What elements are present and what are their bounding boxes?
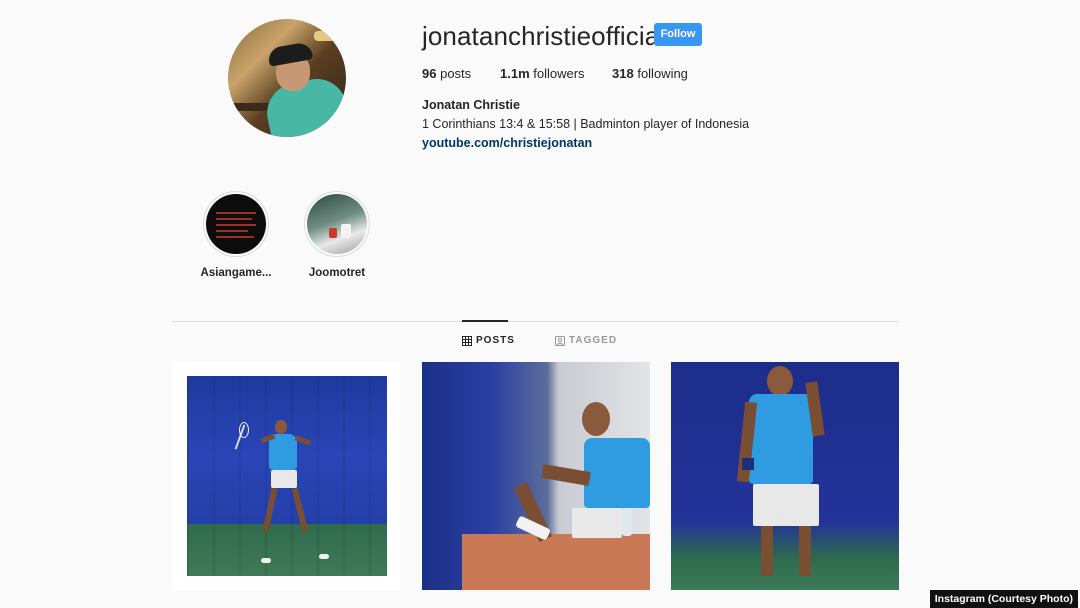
followers-count: 1.1m <box>500 66 530 81</box>
post-thumbnail[interactable] <box>172 362 400 590</box>
highlight-ring <box>203 191 269 257</box>
highlight-label: Asiangame... <box>200 267 272 279</box>
post-image <box>187 376 387 576</box>
posts-label: posts <box>440 66 472 81</box>
followers-stat[interactable]: 1.1m followers <box>500 66 585 82</box>
following-label: following <box>637 66 688 81</box>
avatar-background-light <box>314 31 336 41</box>
posts-count: 96 <box>422 66 437 81</box>
highlight-ring <box>304 191 370 257</box>
highlight-label: Joomotret <box>308 267 366 279</box>
tab-tagged-label: TAGGED <box>569 335 618 346</box>
tab-tagged[interactable]: TAGGED <box>555 335 617 346</box>
highlight-cover <box>206 194 266 254</box>
highlight-cover <box>307 194 367 254</box>
story-highlight-asiangames[interactable]: Asiangame... <box>201 191 271 279</box>
post-thumbnail[interactable] <box>422 362 650 590</box>
tab-posts-label: POSTS <box>476 335 515 346</box>
profile-username: jonatanchristieofficial <box>422 21 666 51</box>
story-highlight-joomotret[interactable]: Joomotret <box>304 191 370 279</box>
tag-person-icon <box>555 335 565 346</box>
profile-link[interactable]: youtube.com/christiejonatan <box>422 136 592 150</box>
profile-avatar[interactable] <box>228 19 346 137</box>
profile-bio: 1 Corinthians 13:4 & 15:58 | Badminton p… <box>422 117 750 131</box>
tabs-divider <box>172 321 899 322</box>
grid-icon <box>462 335 472 346</box>
profile-full-name: Jonatan Christie <box>422 98 520 112</box>
followers-label: followers <box>533 66 585 81</box>
tab-posts[interactable]: POSTS <box>462 335 515 346</box>
following-stat[interactable]: 318 following <box>612 66 688 82</box>
photo-credit-caption: Instagram (Courtesy Photo) <box>929 590 1078 608</box>
posts-stat: 96 posts <box>422 66 471 82</box>
follow-button[interactable]: Follow <box>654 23 702 46</box>
post-thumbnail[interactable] <box>671 362 899 590</box>
active-tab-indicator <box>462 320 508 322</box>
following-count: 318 <box>612 66 634 81</box>
